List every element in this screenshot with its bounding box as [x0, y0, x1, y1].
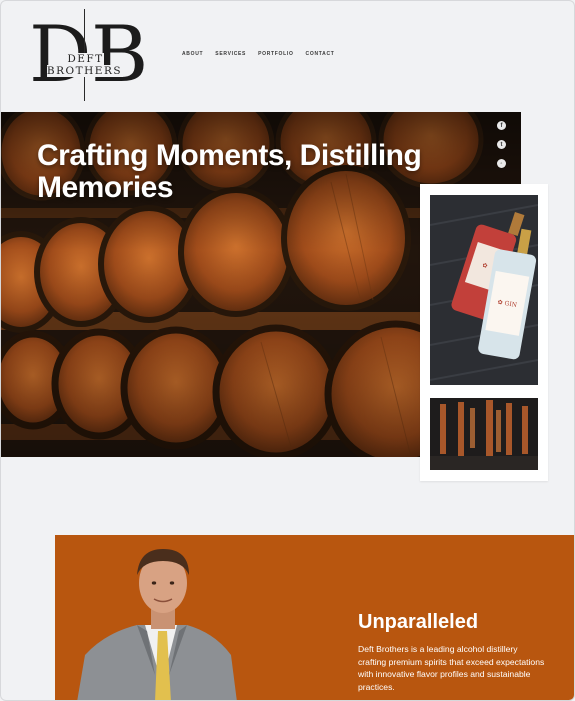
bottles-image: ✿ ✿ GIN [430, 195, 538, 385]
nav-services[interactable]: SERVICES [215, 51, 246, 57]
bottles-photo[interactable]: ✿ ✿ GIN [430, 195, 538, 385]
distillery-image [430, 398, 538, 470]
instagram-icon[interactable]: ◦ [497, 159, 506, 168]
main-nav: ABOUT SERVICES PORTFOLIO CONTACT [182, 51, 335, 57]
feature-description: Deft Brothers is a leading alcohol disti… [358, 644, 545, 693]
social-icons: f t ◦ [497, 121, 506, 168]
nav-portfolio[interactable]: PORTFOLIO [258, 51, 293, 57]
distillery-photo[interactable] [430, 398, 538, 470]
twitter-icon[interactable]: t [497, 140, 506, 149]
page: D B DEFT BROTHERS ABOUT SERVICES PORTFOL… [0, 0, 575, 701]
logo-wordmark: DEFT BROTHERS [46, 53, 124, 77]
feature-title: Unparalleled [358, 611, 479, 633]
brand-logo[interactable]: D B DEFT BROTHERS [29, 9, 148, 101]
hero-title: Crafting Moments, Distilling Memories [37, 139, 422, 204]
feature-section: Unparalleled Deft Brothers is a leading … [55, 535, 574, 700]
nav-contact[interactable]: CONTACT [306, 51, 335, 57]
nav-about[interactable]: ABOUT [182, 51, 203, 57]
photo-card: ✿ ✿ GIN [420, 184, 548, 481]
facebook-icon[interactable]: f [497, 121, 506, 130]
